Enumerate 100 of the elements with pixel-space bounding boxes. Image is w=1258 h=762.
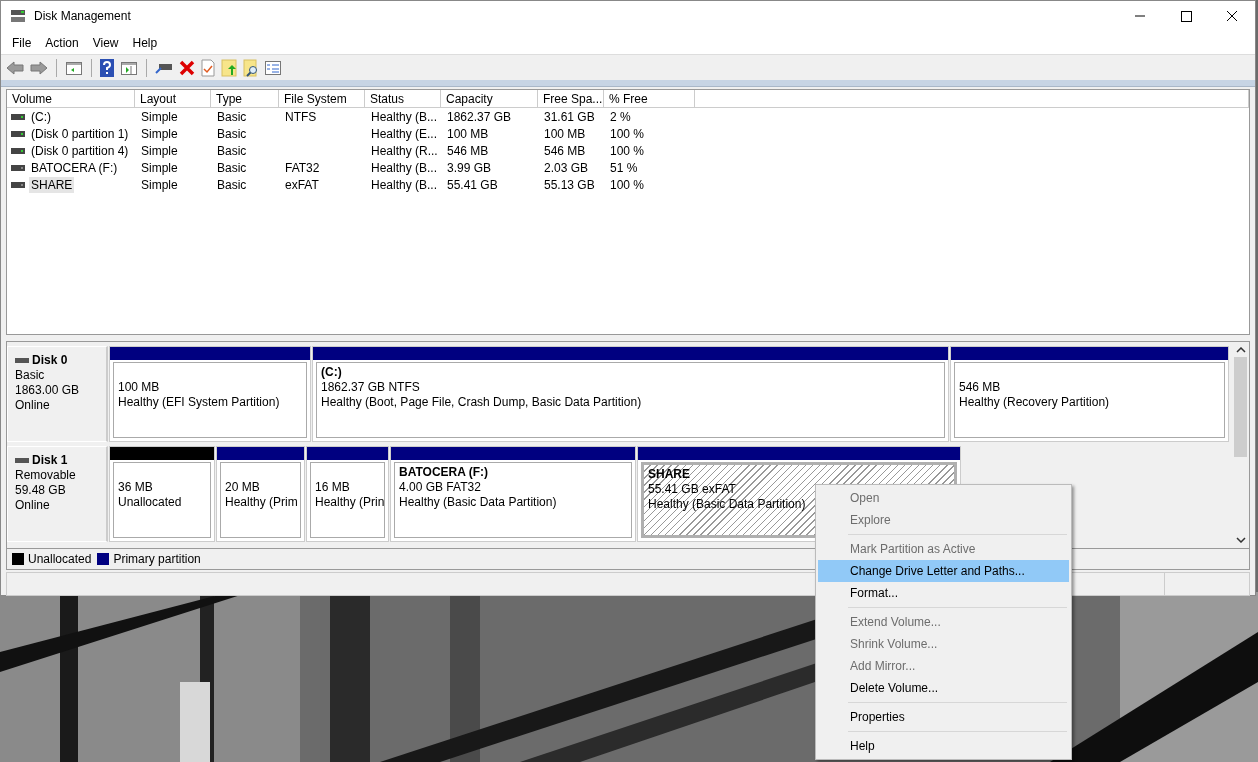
drive-icon xyxy=(11,181,25,188)
scroll-up-icon[interactable] xyxy=(1235,347,1246,353)
context-menu-item[interactable]: Change Drive Letter and Paths... xyxy=(818,560,1069,582)
drive-icon xyxy=(15,458,29,463)
partition-block[interactable]: (C:) 1862.37 GB NTFS Healthy (Boot, Page File, Crash Dump, Basic Data Partition) xyxy=(316,362,945,438)
drive-icon xyxy=(11,113,25,120)
drive-name[interactable]: (Disk 0 partition 4) xyxy=(29,142,131,159)
table-cell: 546 MB xyxy=(447,143,489,158)
table-cell: 100 % xyxy=(610,177,645,192)
partition-info: 55.41 GB exFAT xyxy=(648,482,736,497)
disk-label-panel[interactable]: Disk 0 Basic 1863.00 GB Online xyxy=(7,346,108,442)
drive-icon xyxy=(11,164,25,171)
menu-item[interactable]: Help xyxy=(125,35,165,50)
partition-info: Healthy (EFI System Partition) xyxy=(118,395,280,410)
table-cell: Healthy (R... xyxy=(371,143,438,158)
disk-size: 1863.00 GB xyxy=(15,383,81,398)
disk-status: Online xyxy=(15,498,51,513)
partition-block[interactable]: 20 MB Healthy (Prim xyxy=(220,462,301,538)
disk-type: Removable xyxy=(15,468,77,483)
disk-drive-icon xyxy=(10,9,26,23)
table-cell: exFAT xyxy=(285,177,319,192)
table-cell: Simple xyxy=(141,109,178,124)
drive-name[interactable]: (Disk 0 partition 1) xyxy=(29,125,131,142)
action-pane-icon[interactable] xyxy=(120,59,138,76)
partition-title: SHARE xyxy=(648,467,690,482)
table-cell: 100 MB xyxy=(447,126,489,141)
disk-name: Disk 0 xyxy=(32,353,68,368)
table-cell: 100 % xyxy=(610,126,645,141)
table-cell: Simple xyxy=(141,160,178,175)
partition-title: (C:) xyxy=(321,365,342,380)
drive-name[interactable]: SHARE xyxy=(29,176,75,193)
partition-info: Healthy (Basic Data Partition) xyxy=(648,497,806,512)
console-tree-icon[interactable] xyxy=(65,59,83,76)
table-cell: 55.13 GB xyxy=(544,177,595,192)
table-cell: 51 % xyxy=(610,160,638,175)
table-cell: 100 MB xyxy=(544,126,586,141)
partition-block[interactable]: 16 MB Healthy (Prin xyxy=(310,462,385,538)
checklist-icon[interactable] xyxy=(265,60,281,75)
partition-info: Healthy (Basic Data Partition) xyxy=(399,495,557,510)
partition-block[interactable]: 100 MB Healthy (EFI System Partition) xyxy=(113,362,307,438)
table-cell: 1862.37 GB xyxy=(447,109,512,124)
table-cell: NTFS xyxy=(285,109,317,124)
disk-label-panel[interactable]: Disk 1 Removable 59.48 GB Online xyxy=(7,446,108,542)
column-header[interactable]: Volume xyxy=(7,90,135,108)
context-menu-item[interactable]: Format... xyxy=(818,582,1069,604)
table-cell: Basic xyxy=(217,109,247,124)
menu-item[interactable]: Action xyxy=(38,35,86,50)
column-header[interactable]: Layout xyxy=(135,90,211,108)
drive-icon xyxy=(15,358,29,363)
checked-document-icon[interactable] xyxy=(201,58,215,77)
column-header[interactable]: Free Spa... xyxy=(538,90,604,108)
forward-arrow-icon[interactable] xyxy=(30,59,48,76)
column-header[interactable]: Capacity xyxy=(441,90,538,108)
partition-info: Healthy (Prim xyxy=(225,495,298,510)
back-arrow-icon[interactable] xyxy=(6,59,24,76)
drive-name[interactable]: BATOCERA (F:) xyxy=(29,159,120,176)
disk-size: 59.48 GB xyxy=(15,483,67,498)
drive-name[interactable]: (C:) xyxy=(29,108,53,125)
table-cell: 2.03 GB xyxy=(544,160,589,175)
menu-item[interactable]: File xyxy=(5,35,39,50)
context-menu-item[interactable]: Help xyxy=(818,735,1069,757)
column-header[interactable]: Type xyxy=(211,90,279,108)
table-cell: Basic xyxy=(217,177,247,192)
table-cell: 100 % xyxy=(610,143,645,158)
partition-info: 1862.37 GB NTFS xyxy=(321,380,420,395)
column-header[interactable]: % Free xyxy=(604,90,695,108)
column-header[interactable]: Status xyxy=(365,90,441,108)
legend-label: Primary partition xyxy=(113,552,201,566)
scrollbar[interactable] xyxy=(1232,342,1249,548)
context-menu-item[interactable]: Properties xyxy=(818,706,1069,728)
folder-search-icon[interactable] xyxy=(243,58,259,77)
table-cell: Healthy (B... xyxy=(371,109,438,124)
table-cell: Healthy (B... xyxy=(371,160,438,175)
help-icon[interactable] xyxy=(100,58,114,77)
partition-info: 16 MB xyxy=(315,480,350,495)
column-header[interactable]: File System xyxy=(279,90,365,108)
partition-info: 546 MB xyxy=(959,380,1001,395)
table-cell: Healthy (B... xyxy=(371,177,438,192)
table-cell: Simple xyxy=(141,126,178,141)
context-menu-item[interactable]: Delete Volume... xyxy=(818,677,1069,699)
table-cell: 55.41 GB xyxy=(447,177,498,192)
partition-block[interactable]: 546 MB Healthy (Recovery Partition) xyxy=(954,362,1225,438)
drive-icon xyxy=(11,130,25,137)
table-cell: 3.99 GB xyxy=(447,160,492,175)
partition-info: 100 MB xyxy=(118,380,160,395)
menu-item[interactable]: View xyxy=(85,35,126,50)
partition-info: Healthy (Prin xyxy=(315,495,384,510)
partition-info: 4.00 GB FAT32 xyxy=(399,480,481,495)
partition-info: 36 MB xyxy=(118,480,153,495)
delete-icon[interactable] xyxy=(179,59,195,76)
table-cell: Basic xyxy=(217,126,247,141)
folder-up-icon[interactable] xyxy=(221,58,237,77)
scroll-down-icon[interactable] xyxy=(1235,537,1246,543)
legend-label: Unallocated xyxy=(28,552,92,566)
table-cell: 546 MB xyxy=(544,143,586,158)
table-cell: 31.61 GB xyxy=(544,109,595,124)
partition-title: BATOCERA (F:) xyxy=(399,465,489,480)
table-cell: Simple xyxy=(141,177,178,192)
partition-block[interactable]: BATOCERA (F:) 4.00 GB FAT32 Healthy (Basic Data Partition) xyxy=(394,462,632,538)
partition-block[interactable]: 36 MB Unallocated xyxy=(113,462,211,538)
